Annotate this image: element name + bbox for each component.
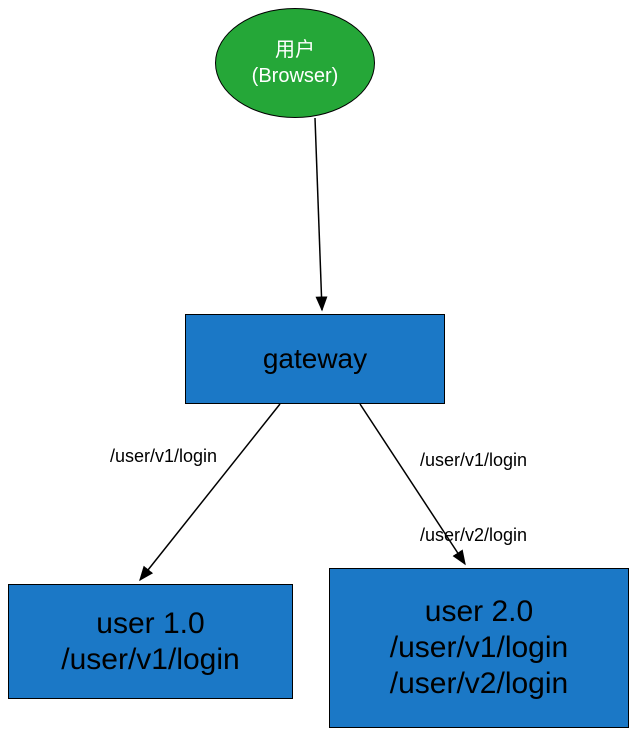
gateway-node: gateway xyxy=(185,314,445,404)
gateway-node-label: gateway xyxy=(263,343,367,375)
arrow-gateway-to-user1 xyxy=(140,404,280,580)
user-node-label-line1: 用户 xyxy=(275,37,315,63)
user2-node-line1: user 2.0 xyxy=(425,594,533,630)
user2-node: user 2.0 /user/v1/login /user/v2/login xyxy=(329,568,629,728)
user2-node-line3: /user/v2/login xyxy=(390,666,568,702)
user1-node-line1: user 1.0 xyxy=(96,606,204,642)
user1-node: user 1.0 /user/v1/login xyxy=(8,584,293,699)
edge-label-gateway-user2-bottom: /user/v2/login xyxy=(420,525,527,546)
arrow-user-to-gateway xyxy=(315,118,322,310)
user1-node-line2: /user/v1/login xyxy=(61,642,239,678)
edge-label-gateway-user2-top: /user/v1/login xyxy=(420,450,527,471)
user-node-label-line2: (Browser) xyxy=(252,63,339,89)
user2-node-line2: /user/v1/login xyxy=(390,630,568,666)
user-node: 用户 (Browser) xyxy=(215,8,375,118)
edge-label-gateway-user1: /user/v1/login xyxy=(110,446,217,467)
